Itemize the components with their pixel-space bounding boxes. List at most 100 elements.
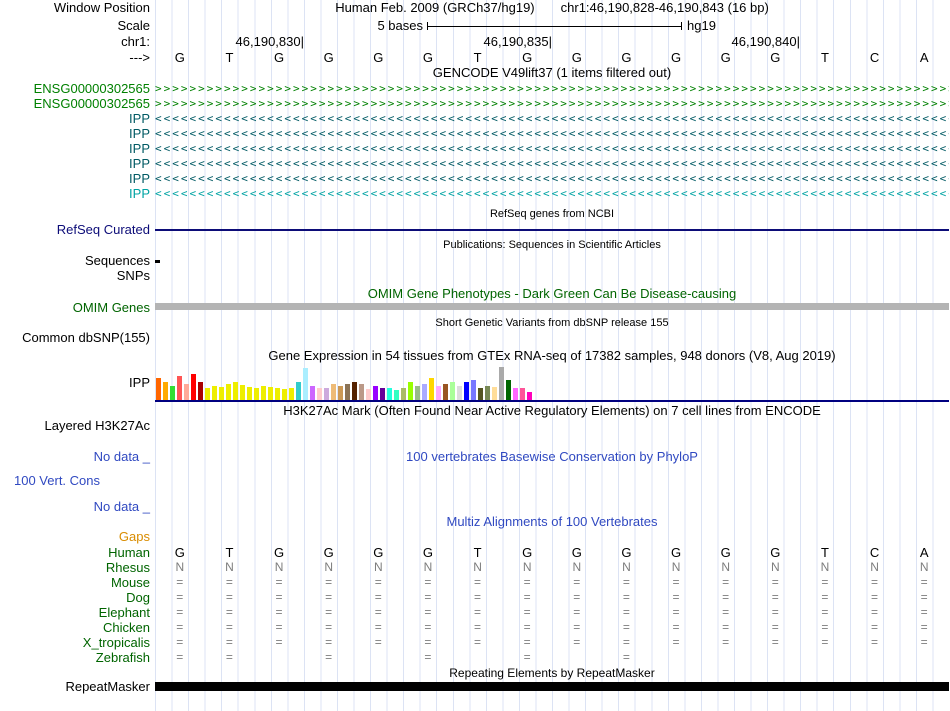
gene-strand-arrows[interactable]: >>>>>>>>>>>>>>>>>>>>>>>>>>>>>>>>>>>>>>>>… <box>155 81 949 96</box>
species-label[interactable]: Human <box>0 545 150 560</box>
gene-label[interactable]: IPP <box>0 186 150 201</box>
gene-label[interactable]: IPP <box>0 126 150 141</box>
multiz-species-row-Human[interactable]: Human G T G G G G T G G G G G G T C A <box>0 545 950 560</box>
alignment-cells[interactable]: = = = = = = <box>155 650 949 665</box>
species-label[interactable]: Elephant <box>0 605 150 620</box>
alignment-cell: = <box>871 620 879 634</box>
gene-label[interactable]: IPP <box>0 156 150 171</box>
omim-track-title[interactable]: OMIM Gene Phenotypes - Dark Green Can Be… <box>155 287 949 301</box>
gene-row-IPP[interactable]: IPP <<<<<<<<<<<<<<<<<<<<<<<<<<<<<<<<<<<<<… <box>0 111 950 126</box>
refseq-curated-label[interactable]: RefSeq Curated <box>0 223 150 237</box>
alignment-cell: N <box>324 560 334 574</box>
gene-strand-arrows[interactable]: <<<<<<<<<<<<<<<<<<<<<<<<<<<<<<<<<<<<<<<<… <box>155 186 949 201</box>
alignment-cell: = <box>225 620 233 634</box>
phylop-no-data-label[interactable]: No data _ <box>0 500 150 514</box>
alignment-cell: = <box>275 590 283 604</box>
phylop-no-data-label[interactable]: No data _ <box>0 450 150 464</box>
h3k27ac-track-title[interactable]: H3K27Ac Mark (Often Found Near Active Re… <box>155 404 949 418</box>
gene-label[interactable]: IPP <box>0 171 150 186</box>
gene-label[interactable]: IPP <box>0 141 150 156</box>
alignment-cells[interactable]: = = = = = = = = = = = = = = = = <box>155 590 949 605</box>
gaps-label[interactable]: Gaps <box>0 530 150 544</box>
omim-gene-bar[interactable] <box>155 303 949 310</box>
h3k27ac-row[interactable]: Layered H3K27Ac <box>0 419 950 433</box>
refseq-track-title-row: RefSeq genes from NCBI <box>0 208 950 222</box>
alignment-cell: = <box>176 590 184 604</box>
dbsnp-row[interactable]: Common dbSNP(155) <box>0 331 950 345</box>
dbsnp-track-title[interactable]: Short Genetic Variants from dbSNP releas… <box>155 317 949 331</box>
gene-row-ENSG00000302565[interactable]: ENSG00000302565 >>>>>>>>>>>>>>>>>>>>>>>>>… <box>0 96 950 111</box>
gtex-bar <box>485 386 490 400</box>
repeatmasker-label[interactable]: RepeatMasker <box>0 680 150 694</box>
gene-row-IPP[interactable]: IPP <<<<<<<<<<<<<<<<<<<<<<<<<<<<<<<<<<<<<… <box>0 186 950 201</box>
gene-strand-arrows[interactable]: <<<<<<<<<<<<<<<<<<<<<<<<<<<<<<<<<<<<<<<<… <box>155 111 949 126</box>
multiz-species-row-Mouse[interactable]: Mouse = = = = = = = = = = = = = = = = <box>0 575 950 590</box>
multiz-species-row-Elephant[interactable]: Elephant = = = = = = = = = = = = = = = = <box>0 605 950 620</box>
gtex-bar <box>478 388 483 400</box>
gene-label[interactable]: IPP <box>0 111 150 126</box>
species-label[interactable]: Dog <box>0 590 150 605</box>
refseq-track-title[interactable]: RefSeq genes from NCBI <box>155 208 949 222</box>
alignment-cell: N <box>721 560 731 574</box>
species-label[interactable]: Rhesus <box>0 560 150 575</box>
alignment-cells[interactable]: GTGGGGTGGGGGGTCA <box>155 545 949 560</box>
alignment-cells[interactable]: = = = = = = = = = = = = = = = = <box>155 635 949 650</box>
gene-strand-arrows[interactable]: <<<<<<<<<<<<<<<<<<<<<<<<<<<<<<<<<<<<<<<<… <box>155 171 949 186</box>
species-label[interactable]: X_tropicalis <box>0 635 150 650</box>
alignment-cells[interactable]: NNNNNNNNNNNNNNNN <box>155 560 949 575</box>
gene-strand-arrows[interactable]: <<<<<<<<<<<<<<<<<<<<<<<<<<<<<<<<<<<<<<<<… <box>155 156 949 171</box>
sequence-item-mark[interactable] <box>155 260 160 263</box>
publications-sequences-row[interactable]: Sequences <box>0 254 950 268</box>
publications-snps-row[interactable]: SNPs <box>0 269 950 283</box>
multiz-species-row-Zebrafish[interactable]: Zebrafish = = = = = = <box>0 650 950 665</box>
gene-row-ENSG00000302565[interactable]: ENSG00000302565 >>>>>>>>>>>>>>>>>>>>>>>>>… <box>0 81 950 96</box>
alignment-cells[interactable]: = = = = = = = = = = = = = = = = <box>155 620 949 635</box>
publications-track-title[interactable]: Publications: Sequences in Scientific Ar… <box>155 239 949 253</box>
scale-label: Scale <box>117 18 150 33</box>
repeatmasker-row[interactable]: RepeatMasker <box>0 680 950 694</box>
gtex-track-title[interactable]: Gene Expression in 54 tissues from GTEx … <box>155 349 949 363</box>
sequences-label[interactable]: Sequences <box>0 254 150 268</box>
alignment-cell: = <box>622 575 630 589</box>
multiz-species-row-Chicken[interactable]: Chicken = = = = = = = = = = = = = = = = <box>0 620 950 635</box>
alignment-cell: = <box>474 620 482 634</box>
alignment-cells[interactable]: = = = = = = = = = = = = = = = = <box>155 605 949 620</box>
gene-row-IPP[interactable]: IPP <<<<<<<<<<<<<<<<<<<<<<<<<<<<<<<<<<<<<… <box>0 126 950 141</box>
multiz-track-title[interactable]: Multiz Alignments of 100 Vertebrates <box>155 515 949 529</box>
alignment-cells[interactable]: = = = = = = = = = = = = = = = = <box>155 575 949 590</box>
gene-row-IPP[interactable]: IPP <<<<<<<<<<<<<<<<<<<<<<<<<<<<<<<<<<<<<… <box>0 171 950 186</box>
gtex-gene-label[interactable]: IPP <box>0 364 150 402</box>
refseq-curated-row[interactable]: RefSeq Curated <box>0 223 950 237</box>
omim-genes-row[interactable]: OMIM Genes <box>0 301 950 315</box>
multiz-species-row-Dog[interactable]: Dog = = = = = = = = = = = = = = = = <box>0 590 950 605</box>
refseq-gene-line[interactable] <box>155 229 949 231</box>
gene-row-IPP[interactable]: IPP <<<<<<<<<<<<<<<<<<<<<<<<<<<<<<<<<<<<<… <box>0 141 950 156</box>
gtex-bar <box>254 388 259 400</box>
omim-genes-label[interactable]: OMIM Genes <box>0 301 150 315</box>
alignment-cell: = <box>325 590 333 604</box>
gene-strand-arrows[interactable]: >>>>>>>>>>>>>>>>>>>>>>>>>>>>>>>>>>>>>>>>… <box>155 96 949 111</box>
alignment-cell: N <box>423 560 433 574</box>
species-label[interactable]: Chicken <box>0 620 150 635</box>
species-label[interactable]: Zebrafish <box>0 650 150 665</box>
gencode-track-title[interactable]: GENCODE V49lift37 (1 items filtered out) <box>155 66 949 80</box>
gene-label[interactable]: ENSG00000302565 <box>0 96 150 111</box>
species-label[interactable]: Mouse <box>0 575 150 590</box>
gene-label[interactable]: ENSG00000302565 <box>0 81 150 96</box>
gtex-expression-row[interactable]: IPP <box>0 364 950 402</box>
multiz-species-row-X_tropicalis[interactable]: X_tropicalis = = = = = = = = = = = = = = = = <box>0 635 950 650</box>
gtex-bar <box>471 380 476 400</box>
vert-cons-label[interactable]: 100 Vert. Cons <box>0 474 150 488</box>
phylop-track-title[interactable]: 100 vertebrates Basewise Conservation by… <box>155 450 949 464</box>
alignment-cell: = <box>672 605 680 619</box>
repeatmasker-track-title[interactable]: Repeating Elements by RepeatMasker <box>155 666 949 680</box>
gene-row-IPP[interactable]: IPP <<<<<<<<<<<<<<<<<<<<<<<<<<<<<<<<<<<<<… <box>0 156 950 171</box>
repeat-element-bar[interactable] <box>155 682 949 691</box>
snps-label[interactable]: SNPs <box>0 269 150 283</box>
gene-strand-arrows[interactable]: <<<<<<<<<<<<<<<<<<<<<<<<<<<<<<<<<<<<<<<<… <box>155 126 949 141</box>
gene-strand-arrows[interactable]: <<<<<<<<<<<<<<<<<<<<<<<<<<<<<<<<<<<<<<<<… <box>155 141 949 156</box>
h3k27ac-label[interactable]: Layered H3K27Ac <box>0 419 150 433</box>
multiz-species-row-Rhesus[interactable]: Rhesus N N N N N N N N N N N N N N N N <box>0 560 950 575</box>
gtex-tissue-bars[interactable] <box>156 367 532 400</box>
dbsnp-label[interactable]: Common dbSNP(155) <box>0 331 150 345</box>
